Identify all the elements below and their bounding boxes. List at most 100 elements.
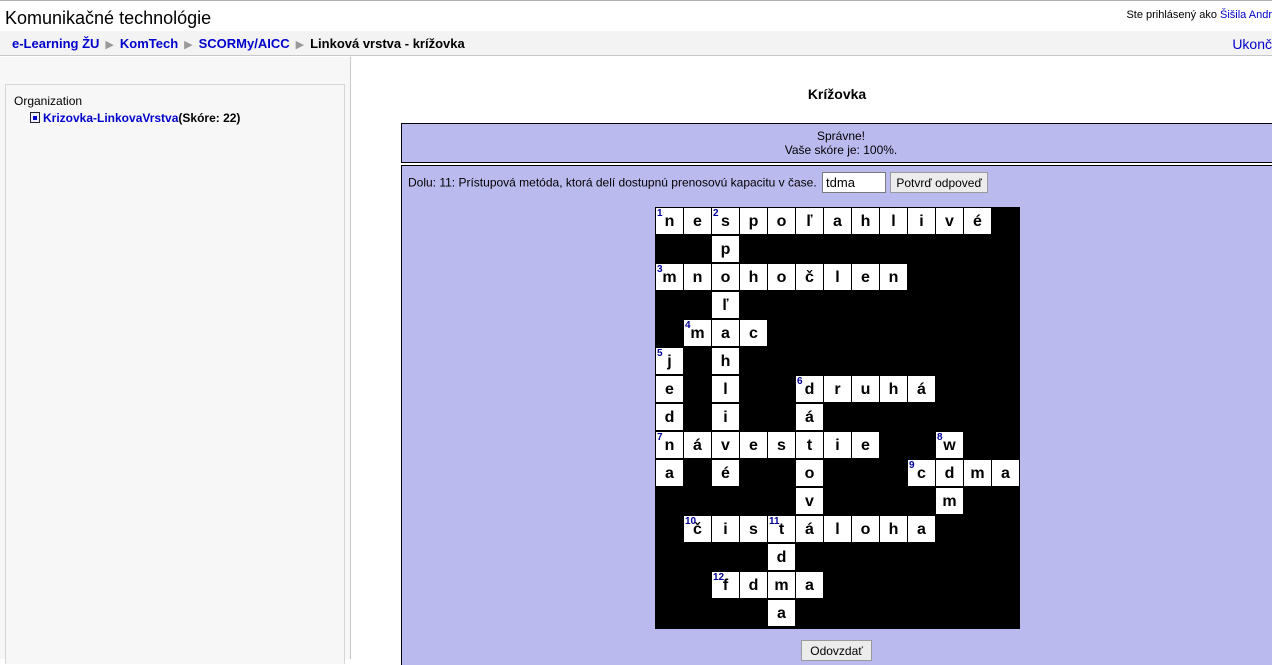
cell-letter: a <box>721 325 730 342</box>
crossword-cell[interactable]: m <box>964 460 991 486</box>
crossword-cell[interactable]: 2s <box>712 208 739 234</box>
crossword-cell[interactable]: m <box>936 488 963 514</box>
answer-input[interactable] <box>822 172 887 193</box>
crossword-cell[interactable]: 4m <box>684 320 711 346</box>
crossword-cell[interactable]: 10 č <box>684 516 711 542</box>
crossword-cell[interactable]: i <box>908 208 935 234</box>
crossword-cell[interactable]: a <box>796 572 823 598</box>
crossword-cell[interactable]: 8w <box>936 432 963 458</box>
confirm-answer-button[interactable]: Potvrď odpoveď <box>890 172 988 193</box>
crossword-cell[interactable]: 7n <box>656 432 683 458</box>
crossword-cell[interactable]: a <box>824 208 851 234</box>
organization-item-link[interactable]: Krizovka-LinkovaVrstva <box>43 111 178 125</box>
cell-letter: i <box>835 437 840 454</box>
cell-letter: h <box>748 269 759 286</box>
crossword-cell[interactable]: 11 t <box>768 516 795 542</box>
crossword-cell[interactable]: 9c <box>908 460 935 486</box>
submit-button[interactable]: Odovzdať <box>801 640 872 661</box>
cell-letter: a <box>1001 465 1010 482</box>
cell-letter: d <box>748 577 759 594</box>
sidebar: Organization Krizovka-LinkovaVrstva(Skór… <box>0 57 351 664</box>
crossword-cell[interactable]: m <box>768 572 795 598</box>
crossword-cell[interactable]: 12 f <box>712 572 739 598</box>
breadcrumb-link-scorm[interactable]: SCORMy/AICC <box>199 36 290 51</box>
crossword-cell[interactable]: i <box>824 432 851 458</box>
crossword-cell[interactable]: é <box>964 208 991 234</box>
crossword-cell[interactable]: v <box>712 432 739 458</box>
organization-block: Organization Krizovka-LinkovaVrstva(Skór… <box>5 84 345 664</box>
crossword-cell[interactable]: h <box>880 376 907 402</box>
crossword-cell[interactable]: n <box>880 264 907 290</box>
crossword-cell[interactable]: t <box>796 432 823 458</box>
crossword-cell[interactable]: e <box>684 208 711 234</box>
crossword-cell[interactable]: ľ <box>712 292 739 318</box>
breadcrumb-current: Linková vrstva - krížovka <box>310 36 465 51</box>
crossword-cell[interactable]: h <box>880 516 907 542</box>
crossword-cell[interactable]: p <box>712 236 739 262</box>
crossword-cell[interactable]: ľ <box>796 208 823 234</box>
breadcrumb-link-komtech[interactable]: KomTech <box>120 36 178 51</box>
crossword-cell[interactable]: e <box>656 376 683 402</box>
crossword-cell[interactable]: á <box>796 404 823 430</box>
crossword-cell[interactable]: e <box>852 432 879 458</box>
user-name-link[interactable]: Šišila Andr <box>1220 9 1272 21</box>
crossword-cell[interactable]: n <box>684 264 711 290</box>
crossword-cell[interactable]: 6d <box>796 376 823 402</box>
crossword-cell[interactable]: h <box>712 348 739 374</box>
clue-number: 7 <box>657 432 663 443</box>
crossword-cell[interactable]: a <box>712 320 739 346</box>
crossword-cell[interactable]: a <box>768 600 795 626</box>
crossword-cell[interactable]: e <box>852 264 879 290</box>
crossword-cell[interactable]: 3m <box>656 264 683 290</box>
crossword-cell[interactable]: d <box>740 572 767 598</box>
crossword-cell[interactable]: d <box>768 544 795 570</box>
breadcrumb-separator-icon: ▶ <box>105 39 114 51</box>
crossword-cell[interactable]: h <box>740 264 767 290</box>
clue-row: Dolu: 11: Prístupová metóda, ktorá delí … <box>408 172 988 193</box>
crossword-cell[interactable]: o <box>852 516 879 542</box>
crossword-cell[interactable]: a <box>908 516 935 542</box>
crossword-cell[interactable]: á <box>908 376 935 402</box>
crossword-cell[interactable]: e <box>740 432 767 458</box>
cell-letter: v <box>945 213 954 230</box>
breadcrumb-link-elearning[interactable]: e-Learning ŽU <box>12 36 99 51</box>
crossword-cell[interactable]: r <box>824 376 851 402</box>
crossword-cell[interactable]: d <box>936 460 963 486</box>
clue-number: 6 <box>797 376 803 387</box>
login-prefix: Ste prihlásený ako <box>1126 9 1217 21</box>
breadcrumb-separator-icon: ▶ <box>184 39 193 51</box>
crossword-cell[interactable]: o <box>768 264 795 290</box>
crossword-cell[interactable]: á <box>796 516 823 542</box>
crossword-cell[interactable]: a <box>656 460 683 486</box>
cell-letter: l <box>723 381 728 398</box>
logout-link[interactable]: Ukonč <box>1232 36 1272 52</box>
crossword-cell[interactable]: č <box>796 264 823 290</box>
sco-completed-icon <box>30 112 40 123</box>
crossword-cell[interactable]: s <box>740 516 767 542</box>
crossword-cell[interactable]: p <box>740 208 767 234</box>
crossword-cell[interactable]: l <box>880 208 907 234</box>
crossword-cell[interactable]: 1n <box>656 208 683 234</box>
crossword-cell[interactable]: h <box>852 208 879 234</box>
clue-number: 12 <box>713 572 725 583</box>
crossword-cell[interactable]: i <box>712 516 739 542</box>
crossword-cell[interactable]: 5j <box>656 348 683 374</box>
crossword-cell[interactable]: u <box>852 376 879 402</box>
crossword-cell[interactable]: i <box>712 404 739 430</box>
cell-letter: n <box>888 269 899 286</box>
crossword-cell[interactable]: o <box>768 208 795 234</box>
crossword-cell[interactable]: o <box>796 460 823 486</box>
cell-letter: o <box>776 213 787 230</box>
cell-letter: h <box>888 521 899 538</box>
crossword-cell[interactable]: v <box>796 488 823 514</box>
crossword-cell[interactable]: á <box>684 432 711 458</box>
crossword-cell[interactable]: o <box>712 264 739 290</box>
crossword-cell[interactable]: l <box>824 264 851 290</box>
crossword-cell[interactable]: v <box>936 208 963 234</box>
crossword-cell[interactable]: a <box>992 460 1019 486</box>
crossword-cell[interactable]: l <box>712 376 739 402</box>
crossword-cell[interactable]: l <box>824 516 851 542</box>
crossword-cell[interactable]: c <box>740 320 767 346</box>
crossword-cell[interactable]: s <box>768 432 795 458</box>
crossword-cell[interactable]: é <box>712 460 739 486</box>
